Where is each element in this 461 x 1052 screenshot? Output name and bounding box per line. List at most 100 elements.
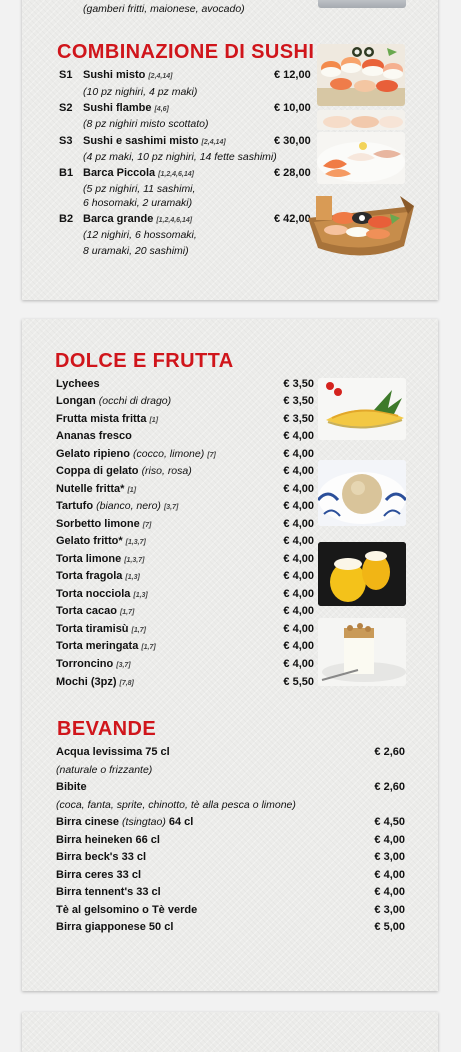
item-subtitle: (riso, rosa) xyxy=(141,465,192,477)
sushi-desc: 6 hosomaki, 2 uramaki) xyxy=(83,197,193,209)
list-item: Birra tennent's 33 cl € 4,00 xyxy=(56,886,405,903)
item-name: Torta meringata xyxy=(56,640,139,652)
sushi-code: S3 xyxy=(59,135,73,147)
sushi-item-row: Barca Piccola [1,2,4,6,14] xyxy=(83,167,194,181)
list-item: Nutelle fritta* [1] € 4,00 xyxy=(56,483,314,500)
item-price: € 4,00 xyxy=(283,500,314,512)
item-name: Acqua levissima 75 cl xyxy=(56,746,170,758)
allergen-note: [1,2,4,6,14] xyxy=(156,217,193,224)
sashimi-plate-photo xyxy=(317,132,405,184)
sushi-code: B1 xyxy=(59,167,74,179)
item-name: Birra beck's 33 cl xyxy=(56,851,147,863)
list-item: Bibite € 2,60 xyxy=(56,781,405,798)
sushi-boat-photo xyxy=(304,188,418,266)
item-name: Torroncino xyxy=(56,658,114,670)
sushi-name: Sushi misto xyxy=(83,69,146,81)
item-name: Lychees xyxy=(56,378,100,390)
item-price: € 4,00 xyxy=(283,658,314,670)
item-name: Birra giapponese 50 cl xyxy=(56,921,174,933)
sushi-item-row: Sushi e sashimi misto [2,4,14] xyxy=(83,135,226,149)
item-price: € 3,50 xyxy=(283,413,314,425)
item-price: € 4,00 xyxy=(374,869,405,881)
allergen-note: [1,3,7] xyxy=(125,539,146,546)
sushi-platter-photo xyxy=(317,44,405,106)
allergen-note: [7,8] xyxy=(119,680,134,687)
item-price: € 4,50 xyxy=(374,816,405,828)
sushi-price: € 28,00 xyxy=(274,167,311,179)
item-name: Mochi (3pz) xyxy=(56,676,117,688)
allergen-note: [2,4,14] xyxy=(148,73,173,80)
allergen-note: [2,4,14] xyxy=(201,139,226,146)
item-name: Tartufo xyxy=(56,500,94,512)
item-subtitle: (occhi di drago) xyxy=(98,395,172,407)
list-item: Sorbetto limone [7] € 4,00 xyxy=(56,518,314,535)
list-item: Acqua levissima 75 cl € 2,60 xyxy=(56,746,405,763)
item-price: € 4,00 xyxy=(374,834,405,846)
sushi-item-row: Barca grande [1,2,4,6,14] xyxy=(83,213,192,227)
list-item: Frutta mista fritta [1] € 3,50 xyxy=(56,413,314,430)
list-item: Birra cinese (tsingtao) 64 cl € 4,50 xyxy=(56,816,405,833)
sushi-desc: (5 pz nighiri, 11 sashimi, xyxy=(83,183,196,195)
allergen-note: [1] xyxy=(149,417,159,424)
sushi-item-row: Sushi misto [2,4,14] xyxy=(83,69,172,83)
list-item: Torta fragola [1,3] € 4,00 xyxy=(56,570,314,587)
item-price: € 4,00 xyxy=(283,553,314,565)
item-subtitle: (tsingtao) xyxy=(122,816,166,828)
list-item: Birra ceres 33 cl € 4,00 xyxy=(56,869,405,886)
item-name: Nutelle fritta* xyxy=(56,483,125,495)
item-name: Birra heineken 66 cl xyxy=(56,834,160,846)
list-item: Torta meringata [1,7] € 4,00 xyxy=(56,640,314,657)
item-price: € 4,00 xyxy=(283,588,314,600)
allergen-note: [3,7] xyxy=(116,662,131,669)
item-note: (naturale o frizzante) xyxy=(56,764,153,776)
nigiri-plate-photo xyxy=(317,110,405,130)
item-name: Birra ceres 33 cl xyxy=(56,869,142,881)
allergen-note: [1,7] xyxy=(141,644,156,651)
allergen-note: [3,7] xyxy=(163,504,179,511)
item-name: Birra cinese xyxy=(56,816,119,828)
allergen-note: [1,7] xyxy=(131,627,146,634)
list-item: Mochi (3pz) [7,8] € 5,50 xyxy=(56,676,314,693)
item-price: € 3,50 xyxy=(283,395,314,407)
list-item: Coppa di gelato (riso, rosa) € 4,00 xyxy=(56,465,314,482)
item-price: € 2,60 xyxy=(374,781,405,793)
bevande-section-title: BEVANDE xyxy=(57,718,157,740)
top-cropped-photo xyxy=(318,0,406,8)
list-item: Torta cacao [1,7] € 4,00 xyxy=(56,605,314,622)
item-name: Longan xyxy=(56,395,96,407)
item-price: € 3,00 xyxy=(374,904,405,916)
sushi-desc: (8 pz nighiri misto scottato) xyxy=(83,118,209,130)
meringue-cake-photo xyxy=(318,618,406,686)
sushi-desc: (12 nighiri, 6 hossomaki, xyxy=(83,229,197,241)
allergen-note: [1,7] xyxy=(119,609,135,616)
allergen-note: [1,3,7] xyxy=(124,557,145,564)
next-page-card xyxy=(22,1012,438,1052)
sushi-code: S1 xyxy=(59,69,73,81)
item-name: Torta nocciola xyxy=(56,588,131,600)
item-name: Coppa di gelato xyxy=(56,465,139,477)
item-price: € 4,00 xyxy=(283,640,314,652)
item-name: Bibite xyxy=(56,781,87,793)
sushi-name: Sushi e sashimi misto xyxy=(83,135,199,147)
sushi-price: € 30,00 xyxy=(274,135,311,147)
dolce-section-title: DOLCE E FRUTTA xyxy=(55,350,234,372)
item-price: € 4,00 xyxy=(283,605,314,617)
pineapple-photo xyxy=(318,378,406,440)
list-item: Birra beck's 33 cl € 3,00 xyxy=(56,851,405,868)
item-name: Torta cacao xyxy=(56,605,117,617)
allergen-note: [4,6] xyxy=(154,106,169,113)
allergen-note: [1,3] xyxy=(125,574,140,581)
sushi-code: B2 xyxy=(59,213,74,225)
item-size: 64 cl xyxy=(168,816,194,828)
tartufo-photo xyxy=(318,460,406,526)
item-price: € 4,00 xyxy=(283,518,314,530)
allergen-note: [1,2,4,6,14] xyxy=(158,171,194,178)
item-price: € 4,00 xyxy=(374,886,405,898)
item-name: Sorbetto limone xyxy=(56,518,140,530)
sushi-name: Sushi flambe xyxy=(83,102,152,114)
item-price: € 5,50 xyxy=(283,676,314,688)
allergen-note: [7] xyxy=(142,522,152,529)
sushi-item-row: Sushi flambe [4,6] xyxy=(83,102,169,116)
item-price: € 4,00 xyxy=(283,448,314,460)
sushi-price: € 12,00 xyxy=(274,69,311,81)
